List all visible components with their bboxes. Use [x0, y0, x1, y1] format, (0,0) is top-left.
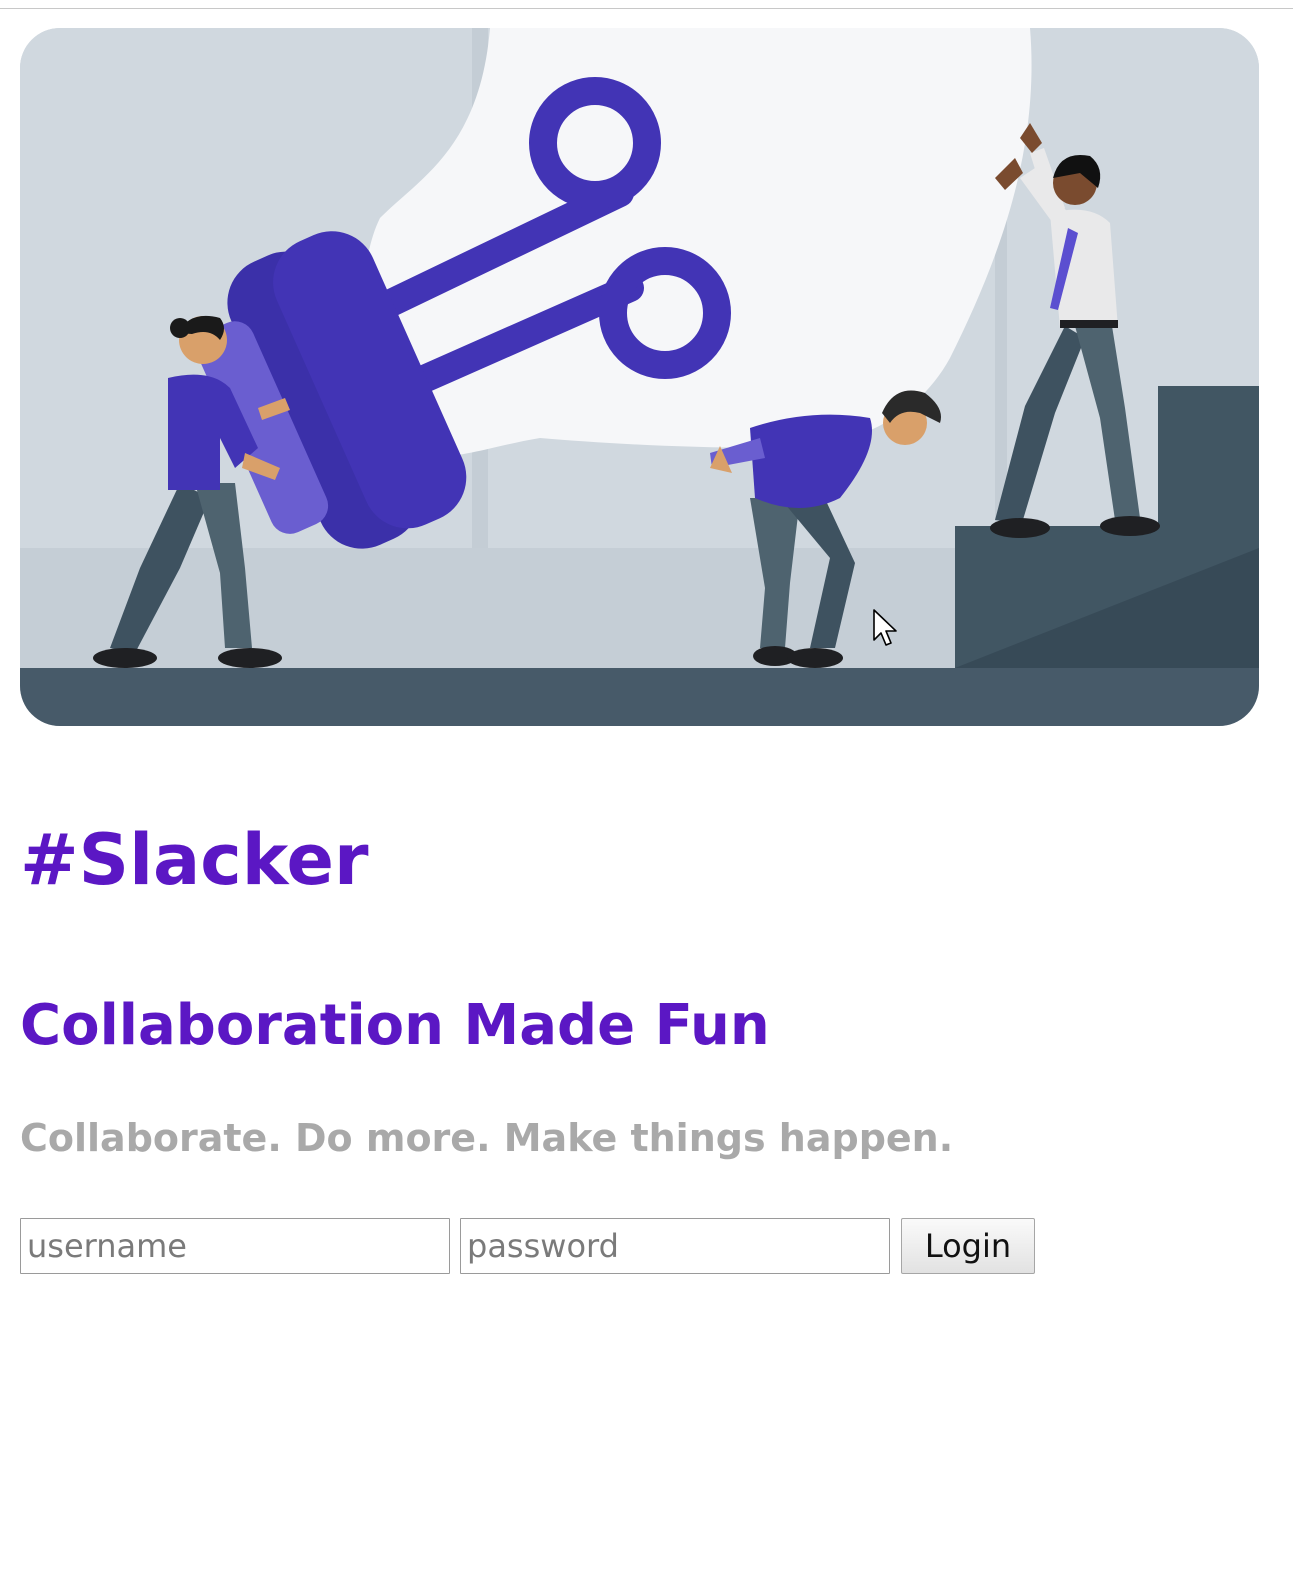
subline-text: Collaborate. Do more. Make things happen… — [20, 1116, 954, 1160]
login-button[interactable]: Login — [901, 1218, 1035, 1274]
hero-illustration — [20, 28, 1259, 726]
tagline-heading: Collaboration Made Fun — [20, 993, 770, 1058]
mouse-cursor-icon — [873, 609, 897, 646]
browser-top-rule — [0, 8, 1293, 9]
brand-title: #Slacker — [20, 819, 369, 901]
password-input[interactable] — [460, 1218, 890, 1274]
username-input[interactable] — [20, 1218, 450, 1274]
